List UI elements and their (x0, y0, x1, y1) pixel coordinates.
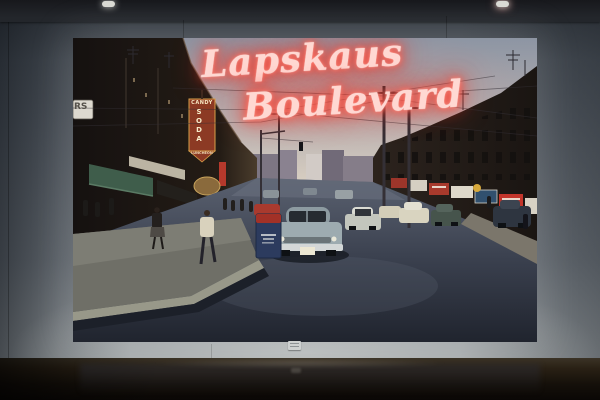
corner-sign-text: RS (74, 102, 87, 112)
gallery-ceiling (0, 0, 600, 22)
luncheon-sign-text: LUNCHEON (183, 151, 221, 155)
wall-seam-below-artwork (211, 344, 212, 358)
gallery-label (288, 341, 301, 350)
wall-crack (183, 20, 184, 38)
wall-glow-reflection (150, 358, 450, 368)
artwork-reflection (80, 364, 540, 394)
spotlight-left (102, 1, 115, 7)
candy-sign-text: CANDY (187, 100, 217, 106)
gallery-room: Lapskaus Boulevard CANDY SODA LUNCHEON R… (0, 0, 600, 400)
label-reflection (291, 368, 301, 373)
soda-sign-text: SODA (194, 108, 204, 144)
artwork-photograph: Lapskaus Boulevard CANDY SODA LUNCHEON R… (73, 38, 537, 342)
traffic-light (299, 142, 303, 151)
newspaper-bin (256, 214, 281, 258)
spotlight-right (496, 1, 509, 7)
wall-crack (446, 16, 447, 38)
wall-seam (8, 22, 9, 358)
